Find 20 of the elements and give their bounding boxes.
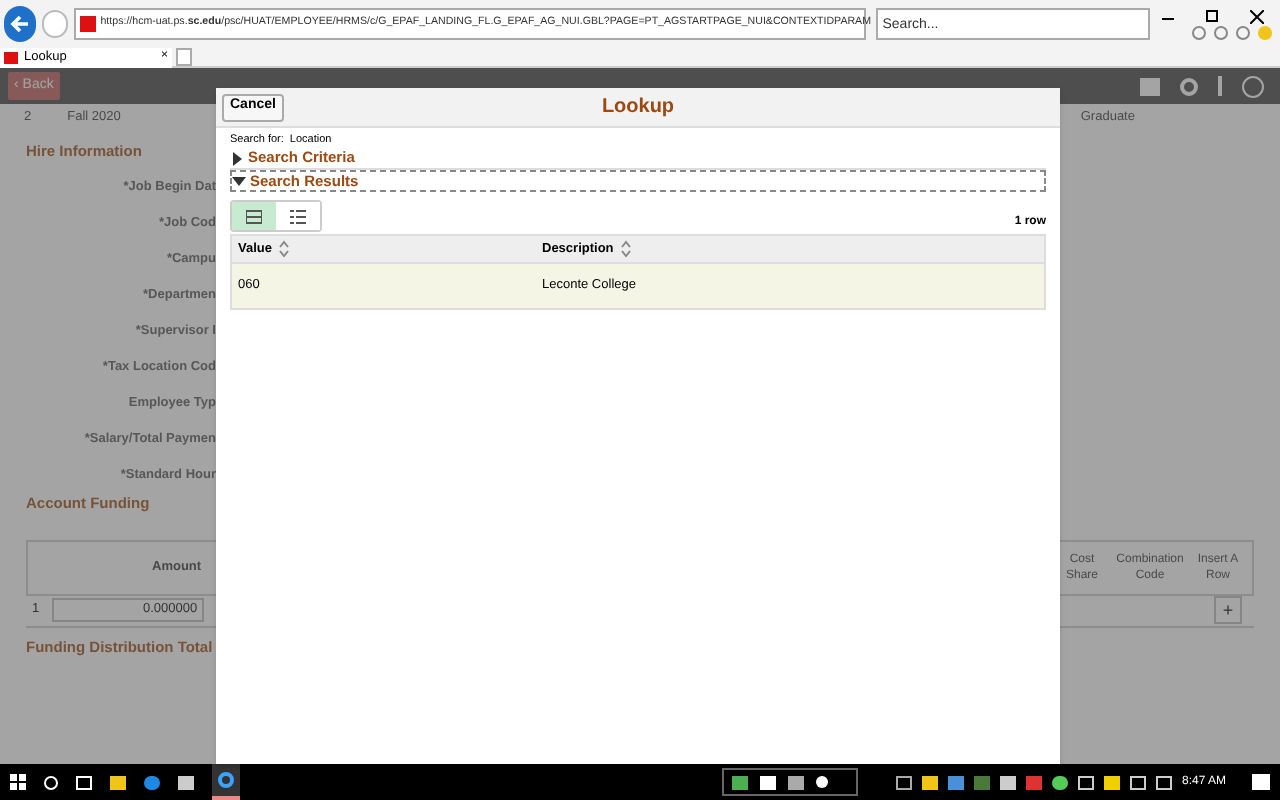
site-icon bbox=[4, 51, 18, 63]
list-view-icon bbox=[290, 209, 306, 223]
caret-right-icon bbox=[230, 151, 244, 165]
active-browser-icon[interactable] bbox=[212, 764, 240, 800]
caret-down-icon bbox=[232, 174, 246, 188]
sort-icon bbox=[277, 240, 290, 258]
close-icon[interactable] bbox=[1250, 9, 1264, 23]
task-view-icon[interactable] bbox=[76, 775, 92, 789]
back-button[interactable] bbox=[4, 6, 37, 42]
arrow-left-icon bbox=[10, 14, 31, 34]
sort-icon bbox=[619, 240, 632, 258]
minimize-icon[interactable] bbox=[1162, 17, 1174, 19]
view-toggle-button[interactable] bbox=[232, 202, 276, 230]
restore-icon[interactable] bbox=[1206, 9, 1218, 21]
windows-start-icon[interactable] bbox=[10, 774, 26, 790]
site-icon bbox=[80, 16, 97, 32]
grid-view-icon bbox=[246, 209, 262, 223]
dialog-title: Lookup bbox=[601, 94, 675, 122]
add-row-button[interactable]: + bbox=[1214, 596, 1242, 624]
record-icon[interactable] bbox=[815, 776, 828, 788]
